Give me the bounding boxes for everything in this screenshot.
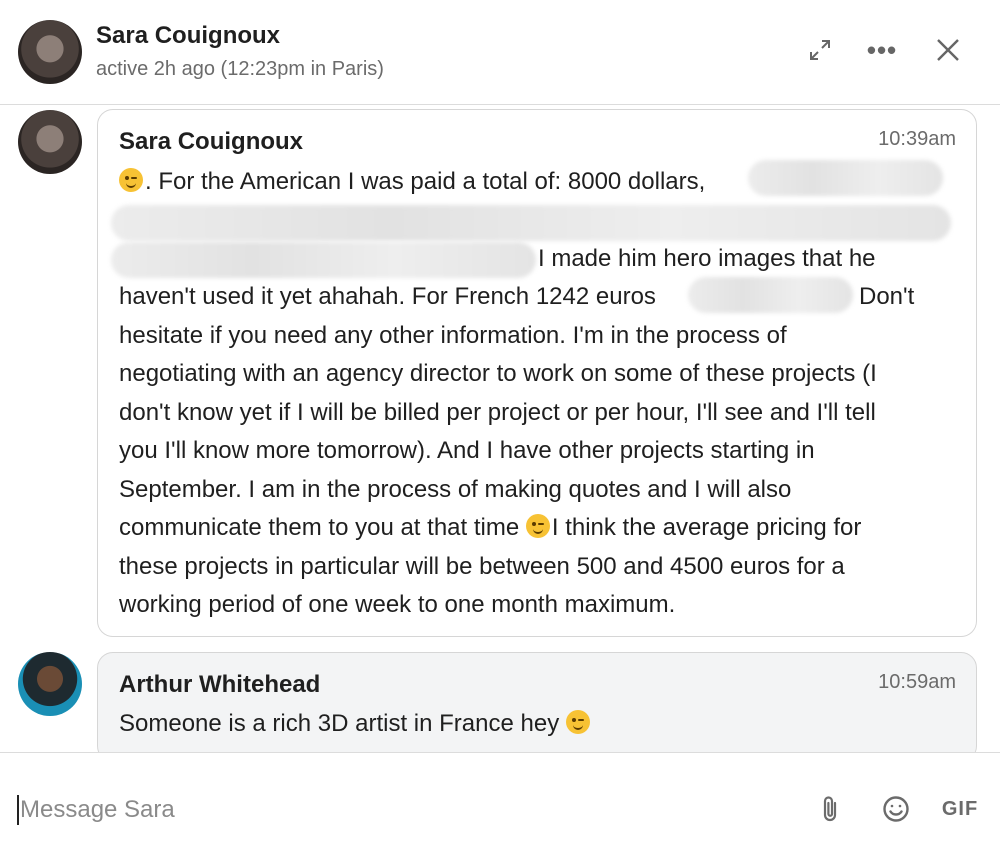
attach-button[interactable] (812, 791, 848, 827)
contact-status: active 2h ago (12:23pm in Paris) (96, 58, 384, 80)
chat-header: Sara Couignoux active 2h ago (12:23pm in… (0, 0, 1000, 105)
message-line: haven't used it yet ahahah. For French 1… (119, 283, 656, 310)
close-button[interactable] (928, 30, 968, 70)
more-options-button[interactable]: ••• (862, 30, 902, 70)
winking-emoji-icon (565, 710, 590, 734)
emoji-button[interactable] (878, 791, 914, 827)
message-line: communicate them to you at that time I t… (119, 514, 862, 541)
close-icon (937, 39, 959, 61)
avatar[interactable] (18, 20, 82, 84)
message-bubble: Sara Couignoux 10:39am . For the America… (97, 109, 977, 637)
more-options-icon: ••• (866, 34, 898, 65)
avatar[interactable] (18, 110, 82, 174)
text-cursor (17, 795, 19, 825)
laughing-emoji-icon (119, 168, 143, 192)
redacted-text (688, 277, 853, 313)
message-line: Don't (859, 283, 915, 310)
message-input[interactable] (20, 795, 720, 825)
message-sender[interactable]: Sara Couignoux (119, 128, 303, 156)
message-time: 10:59am (878, 671, 956, 693)
message-composer: GIF (0, 752, 1000, 856)
message-line: September. I am in the process of making… (119, 476, 792, 503)
paperclip-icon (823, 796, 837, 822)
expand-icon (810, 40, 830, 60)
message-line: Someone is a rich 3D artist in France he… (119, 710, 592, 738)
redacted-text (748, 160, 943, 196)
gif-button[interactable]: GIF (938, 791, 982, 827)
avatar[interactable] (18, 652, 82, 716)
message-time: 10:39am (878, 128, 956, 150)
redacted-text (111, 205, 951, 241)
winking-emoji-icon (525, 514, 550, 538)
message-line: these projects in particular will be bet… (119, 553, 845, 580)
redacted-text (111, 242, 536, 278)
message-line: I made him hero images that he (538, 245, 876, 272)
contact-name[interactable]: Sara Couignoux (96, 22, 280, 50)
message-sender[interactable]: Arthur Whitehead (119, 671, 320, 699)
message-line: . For the American I was paid a total of… (119, 168, 705, 196)
emoji-icon (883, 796, 909, 822)
expand-button[interactable] (800, 30, 840, 70)
message-line: hesitate if you need any other informati… (119, 322, 787, 349)
message-line: negotiating with an agency director to w… (119, 360, 877, 387)
message-line: you I'll know more tomorrow). And I have… (119, 437, 815, 464)
message-line: working period of one week to one month … (119, 591, 676, 618)
message-line: don't know yet if I will be billed per p… (119, 399, 876, 426)
message-bubble: Arthur Whitehead 10:59am Someone is a ri… (97, 652, 977, 762)
